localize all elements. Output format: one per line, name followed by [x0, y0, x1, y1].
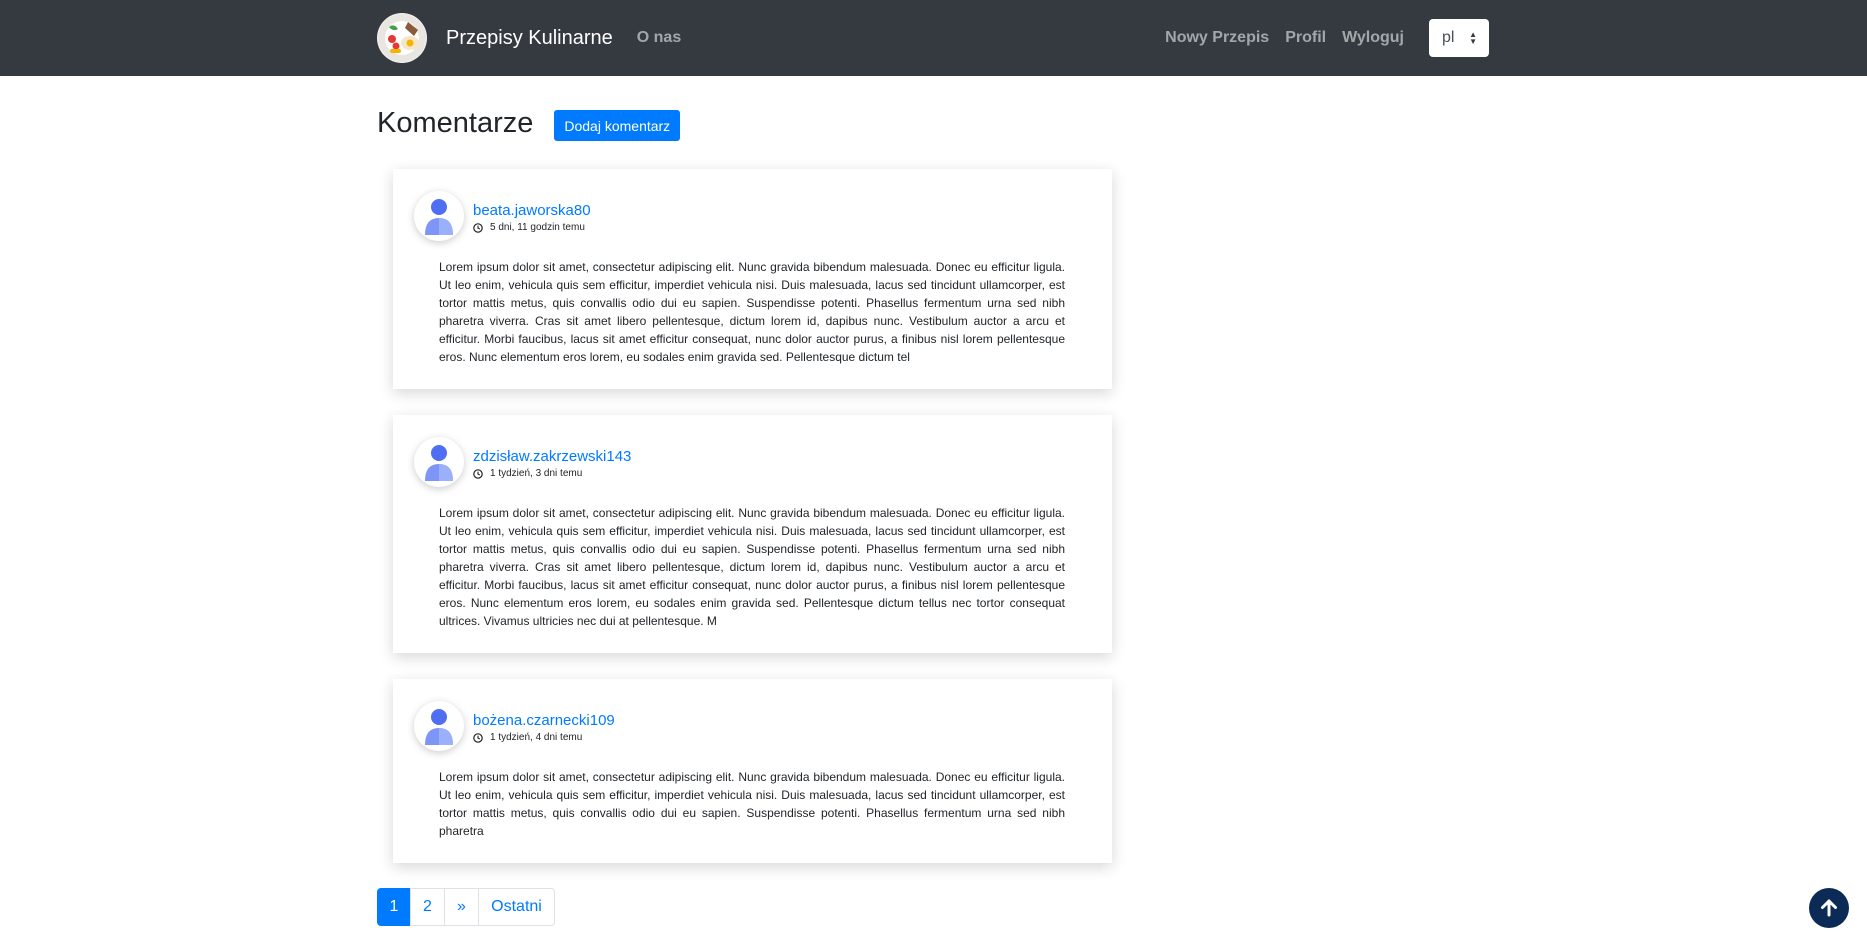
comment-time-text: 5 dni, 11 godzin temu	[490, 222, 585, 233]
comment-time-text: 1 tydzień, 4 dni temu	[490, 732, 583, 743]
comment-time-text: 1 tydzień, 3 dni temu	[490, 468, 583, 479]
comment-time: 5 dni, 11 godzin temu	[473, 222, 585, 233]
comment-author-link[interactable]: beata.jaworska80	[473, 202, 591, 219]
navbar-right-group: Nowy Przepis Profil Wyloguj pl ▲ ▼	[1149, 19, 1489, 57]
add-comment-button[interactable]: Dodaj komentarz	[554, 110, 681, 141]
comment-author-link[interactable]: zdzisław.zakrzewski143	[473, 448, 631, 465]
select-arrows-icon: ▲ ▼	[1469, 30, 1477, 46]
comment-card: beata.jaworska80 5 dni, 11 godzin temu L…	[393, 169, 1112, 389]
comment-text: Lorem ipsum dolor sit amet, consectetur …	[439, 260, 1065, 364]
page-link-1[interactable]: 1	[377, 888, 411, 926]
page-link-next[interactable]: »	[444, 888, 479, 926]
user-icon	[414, 437, 464, 487]
food-plate-icon[interactable]	[377, 13, 427, 63]
comment-card: bożena.czarnecki109 1 tydzień, 4 dni tem…	[393, 679, 1112, 863]
clock-icon	[473, 468, 483, 479]
comment-text: Lorem ipsum dolor sit amet, consectetur …	[439, 506, 1065, 628]
page-heading-row: Komentarze Dodaj komentarz	[377, 106, 681, 141]
clock-icon	[473, 732, 483, 743]
page-link-2[interactable]: 2	[410, 888, 445, 926]
comment-text: Lorem ipsum dolor sit amet, consectetur …	[439, 770, 1065, 838]
comment-time: 1 tydzień, 4 dni temu	[473, 732, 582, 743]
brand-name[interactable]: Przepisy Kulinarne	[446, 27, 613, 50]
clock-icon	[473, 222, 483, 233]
user-icon	[414, 191, 464, 241]
pagination: 1 2 » Ostatni	[377, 888, 555, 926]
comment-card: zdzisław.zakrzewski143 1 tydzień, 3 dni …	[393, 415, 1112, 653]
comment-author-link[interactable]: bożena.czarnecki109	[473, 712, 615, 729]
page-link-last[interactable]: Ostatni	[478, 888, 555, 926]
comment-time: 1 tydzień, 3 dni temu	[473, 468, 582, 479]
scroll-to-top-button[interactable]	[1809, 888, 1849, 928]
nav-link-new-recipe[interactable]: Nowy Przepis	[1165, 29, 1269, 47]
language-select[interactable]: pl ▲ ▼	[1429, 19, 1489, 57]
page-title: Komentarze	[377, 107, 534, 139]
nav-link-about[interactable]: O nas	[637, 29, 681, 47]
arrow-up-icon	[1821, 899, 1837, 917]
language-select-value: pl	[1442, 29, 1455, 46]
user-icon	[414, 701, 464, 751]
navbar-content: Przepisy Kulinarne O nas Nowy Przepis Pr…	[377, 0, 1489, 76]
top-navbar: Przepisy Kulinarne O nas Nowy Przepis Pr…	[0, 0, 1867, 76]
nav-link-logout[interactable]: Wyloguj	[1342, 29, 1404, 47]
nav-link-profile[interactable]: Profil	[1285, 29, 1326, 47]
